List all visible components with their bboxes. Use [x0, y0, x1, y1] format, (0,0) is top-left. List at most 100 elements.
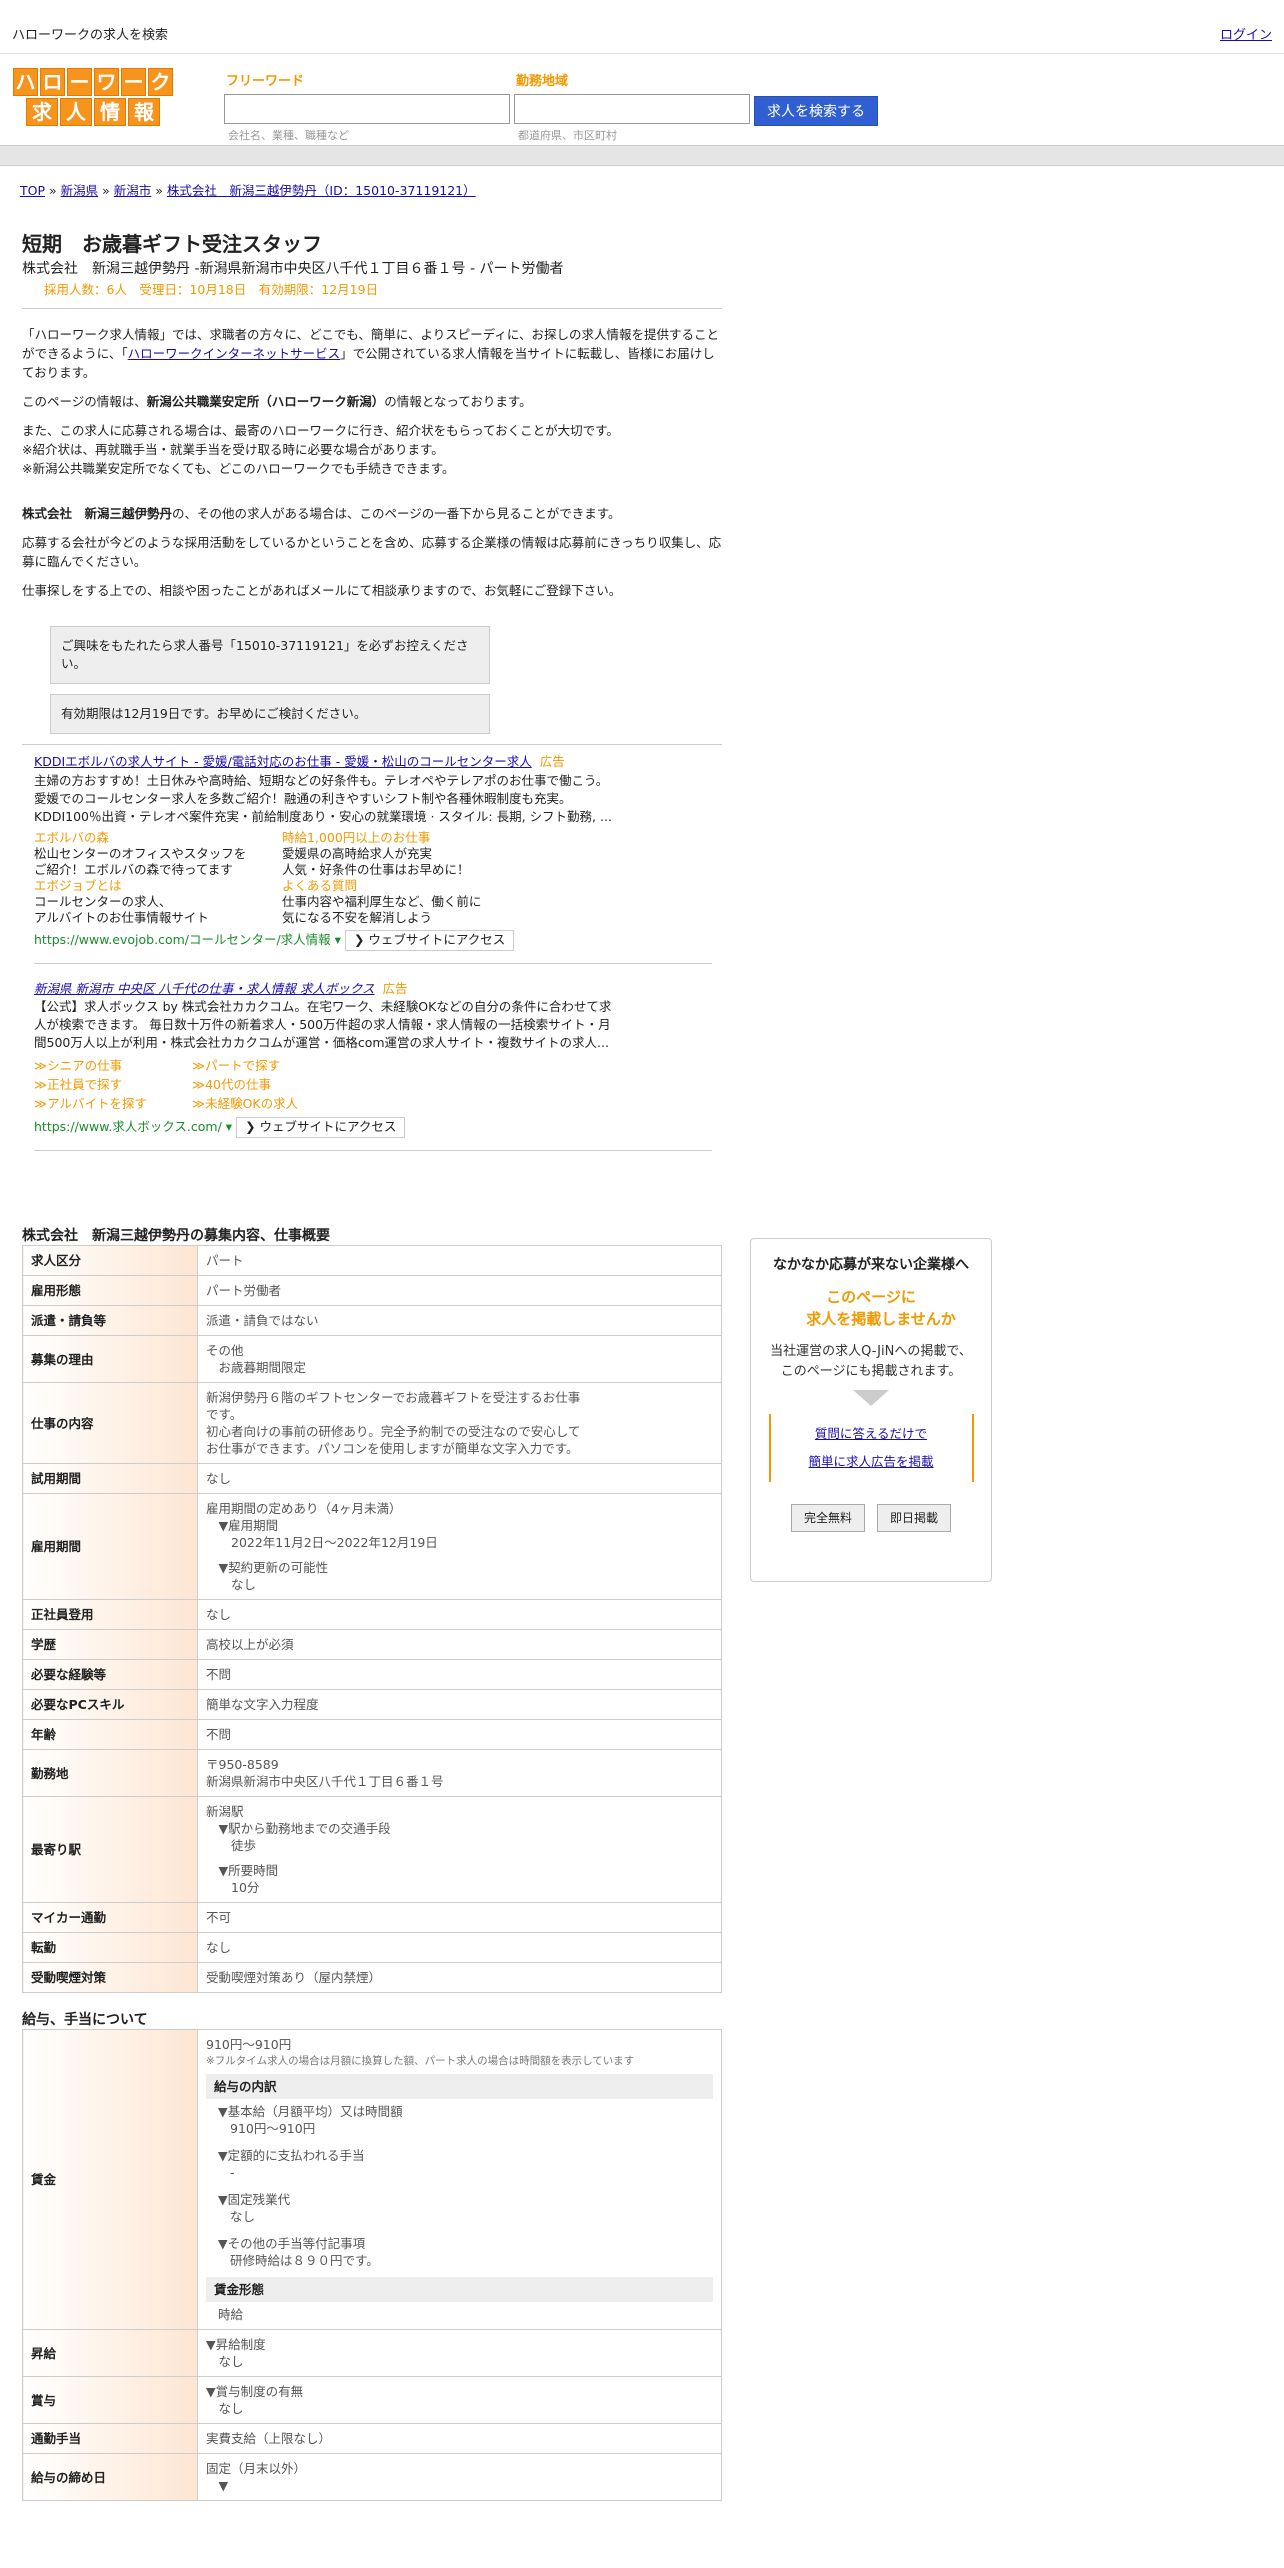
ad2-title-link[interactable]: 新潟県 新潟市 中央区 八千代の仕事・求人情報 求人ボックス [34, 981, 375, 996]
free-word-hint: 会社名、業種、職種など [228, 129, 349, 142]
row-value: なし [197, 1599, 722, 1630]
ad1-title-link[interactable]: KDDIエボルバの求人サイト - 愛媛/電話対応のお仕事 - 愛媛・松山のコール… [34, 754, 532, 769]
row-key: 雇用期間 [22, 1493, 198, 1600]
wage-table: 賃金 910円〜910円 ※フルタイム求人の場合は月額に換算した額、パート求人の… [22, 2029, 722, 2501]
sidebar-links: 質問に答えるだけで 簡単に求人広告を掲載 [768, 1414, 974, 1482]
ad1-sitelink[interactable]: 時給1,000円以上のお仕事 愛媛県の高時給求人が充実 人気・好条件の仕事はお早めに… [282, 830, 530, 878]
hellowork-logo[interactable]: ハローワーク 求人情報 [6, 68, 180, 126]
row-key: 賞与 [22, 2376, 198, 2424]
breadcrumb: TOP » 新潟県 » 新潟市 » 株式会社 新潟三越伊勢丹（ID：15010-… [20, 183, 476, 198]
area-hint: 都道府県、市区町村 [518, 129, 617, 142]
ad2-url[interactable]: https://www.求人ボックス.com/ ▾ [34, 1119, 232, 1134]
table-row: 必要な経験等 不問 [22, 1659, 722, 1690]
sidebar-link-post-ad[interactable]: 簡単に求人広告を掲載 [808, 1454, 933, 1469]
row-value: 簡単な文字入力程度 [197, 1689, 722, 1720]
row-value: パート [197, 1245, 722, 1276]
table-row: 仕事の内容 新潟伊勢丹６階のギフトセンターでお歳暮ギフトを受注するお仕事 です。 初心… [22, 1382, 722, 1464]
table-row: 勤務地 〒950-8589 新潟県新潟市中央区八千代１丁目６番１号 [22, 1749, 722, 1797]
intro-p4: 株式会社 新潟三越伊勢丹の、その他の求人がある場合は、このページの一番下から見る… [22, 506, 621, 521]
breadcrumb-city[interactable]: 新潟市 [114, 183, 152, 198]
table-row: 賞与 ▼賞与制度の有無 なし [22, 2376, 722, 2424]
hellowork-internet-link[interactable]: ハローワークインターネットサービス [128, 346, 341, 361]
ad2-sitelink[interactable]: ≫パートで探す [192, 1056, 350, 1075]
table-row: 転勤 なし [22, 1932, 722, 1963]
table-row: 学歴 高校以上が必須 [22, 1629, 722, 1660]
intro-p3: また、この求人に応募される場合は、最寄のハローワークに行き、紹介状をもらっておく… [22, 423, 619, 476]
breadcrumb-pref[interactable]: 新潟県 [61, 183, 99, 198]
row-value: 不可 [197, 1902, 722, 1933]
row-value: 不問 [197, 1659, 722, 1690]
logo-char: ー [121, 68, 146, 96]
sidebar-desc: 当社運営の求人Q-JiNへの掲載で、 このページにも掲載されます。 [770, 1344, 972, 1379]
logo-char: 人 [60, 98, 92, 126]
logo-char: ク [148, 68, 173, 96]
ad1-sitelink[interactable]: よくある質問 仕事内容や福利厚生など、働く前に 気になる不安を解消しよう [282, 878, 530, 926]
row-value: その他 お歳暮期間限定 [197, 1335, 722, 1383]
advertise-sidebar: なかなか応募が来ない企業様へ このページに 求人を掲載しませんか 当社運営の求人Q… [750, 1238, 992, 1582]
row-key: マイカー通勤 [22, 1902, 198, 1933]
row-key: 学歴 [22, 1629, 198, 1660]
row-key: 仕事の内容 [22, 1382, 198, 1464]
ad1-desc: 主婦の方おすすめ！土日休みや高時給、短期などの好条件も。テレオペやテレアポのお仕… [34, 772, 612, 824]
wage-key: 賃金 [22, 2029, 198, 2330]
logo-char: ワ [94, 68, 119, 96]
ad-block-1: KDDIエボルバの求人サイト - 愛媛/電話対応のお仕事 - 愛媛・松山のコール… [34, 753, 712, 964]
ad1-url[interactable]: https://www.evojob.com/コールセンター/求人情報 ▾ [34, 932, 341, 947]
row-value: なし [197, 1463, 722, 1494]
table-row: 年齢 不問 [22, 1719, 722, 1750]
area-input[interactable] [514, 94, 750, 124]
row-value: 高校以上が必須 [197, 1629, 722, 1660]
table-row: 求人区分 パート [22, 1245, 722, 1276]
row-value: 派遣・請負ではない [197, 1305, 722, 1336]
logo-char: ー [67, 68, 92, 96]
row-key: 通勤手当 [22, 2423, 198, 2454]
ad1-sitelink[interactable]: エボジョブとは コールセンターの求人、 アルバイトのお仕事情報サイト [34, 878, 282, 926]
ad2-sitelink[interactable]: ≫未経験OKの求人 [192, 1094, 350, 1113]
ad1-sitelinks: エボルバの森 松山センターのオフィスやスタッフを ご紹介！エボルバの森で待ってます … [34, 830, 712, 926]
section2-heading: 給与、手当について [22, 2012, 148, 2028]
sidebar-link-questions[interactable]: 質問に答えるだけで [815, 1426, 927, 1441]
site-title: ハローワークの求人を検索 [12, 28, 169, 43]
table-row: 受動喫煙対策 受動喫煙対策あり（屋内禁煙） [22, 1962, 722, 1993]
ad2-sitelink[interactable]: ≫アルバイトを探す [34, 1094, 192, 1113]
ad2-visit-button[interactable]: ❯ ウェブサイトにアクセス [236, 1117, 406, 1138]
intro-p2: このページの情報は、新潟公共職業安定所（ハローワーク新潟）の情報となっております… [22, 394, 532, 409]
ad2-sitelink[interactable]: ≫40代の仕事 [192, 1075, 350, 1094]
section1-heading: 株式会社 新潟三越伊勢丹の募集内容、仕事概要 [22, 1228, 330, 1244]
job-number-note: ご興味をもたれたら求人番号「15010-37119121」を必ずお控えください。 [50, 626, 490, 684]
logo-char: ロ [40, 68, 65, 96]
same-day-badge[interactable]: 即日掲載 [876, 1504, 951, 1532]
row-key: 受動喫煙対策 [22, 1962, 198, 1993]
job-meta: 採用人数：6人 受理日：10月18日 有効期限：12月19日 [44, 282, 379, 297]
ad1-sitelink[interactable]: エボルバの森 松山センターのオフィスやスタッフを ご紹介！エボルバの森で待ってます [34, 830, 282, 878]
login-link[interactable]: ログイン [1220, 26, 1272, 46]
row-value: 新潟伊勢丹６階のギフトセンターでお歳暮ギフトを受注するお仕事 です。 初心者向けの事… [197, 1382, 722, 1464]
table-row: 必要なPCスキル 簡単な文字入力程度 [22, 1689, 722, 1720]
row-value: 不問 [197, 1719, 722, 1750]
ad2-sitelink[interactable]: ≫正社員で探す [34, 1075, 192, 1094]
table-row: 通勤手当 実費支給（上限なし） [22, 2423, 722, 2454]
breadcrumb-current[interactable]: 株式会社 新潟三越伊勢丹（ID：15010-37119121） [167, 183, 476, 198]
table-row: 雇用期間 雇用期間の定めあり（4ヶ月未満） ▼雇用期間 2022年11月2日〜20… [22, 1493, 722, 1600]
intro-p6: 仕事探しをする上での、相談や困ったことがあればメールにて相談承りますので、お気軽… [22, 583, 622, 598]
expiry-note: 有効期限は12月19日です。お早めにご検討ください。 [50, 694, 490, 734]
area-label: 勤務地域 [516, 74, 569, 89]
free-badge[interactable]: 完全無料 [790, 1504, 865, 1532]
table-row: 試用期間 なし [22, 1463, 722, 1494]
row-key: 試用期間 [22, 1463, 198, 1494]
table-row: 正社員登用 なし [22, 1599, 722, 1630]
table-row: 募集の理由 その他 お歳暮期間限定 [22, 1335, 722, 1383]
search-button[interactable]: 求人を検索する [754, 96, 878, 126]
ad2-sitelink[interactable]: ≫シニアの仕事 [34, 1056, 192, 1075]
row-key: 給与の締め日 [22, 2453, 198, 2501]
free-word-input[interactable] [224, 94, 510, 124]
table-row: 賃金 910円〜910円 ※フルタイム求人の場合は月額に換算した額、パート求人の… [22, 2029, 722, 2330]
table-row: 給与の締め日 固定（月末以外） ▼ [22, 2453, 722, 2501]
row-key: 必要なPCスキル [22, 1689, 198, 1720]
breadcrumb-top[interactable]: TOP [20, 183, 45, 198]
down-arrow-icon [853, 1390, 889, 1406]
logo-char: 報 [128, 98, 160, 126]
top-bar: ハローワークの求人を検索 ログイン [0, 0, 1284, 54]
ad1-visit-button[interactable]: ❯ ウェブサイトにアクセス [344, 929, 515, 951]
row-key: 募集の理由 [22, 1335, 198, 1383]
